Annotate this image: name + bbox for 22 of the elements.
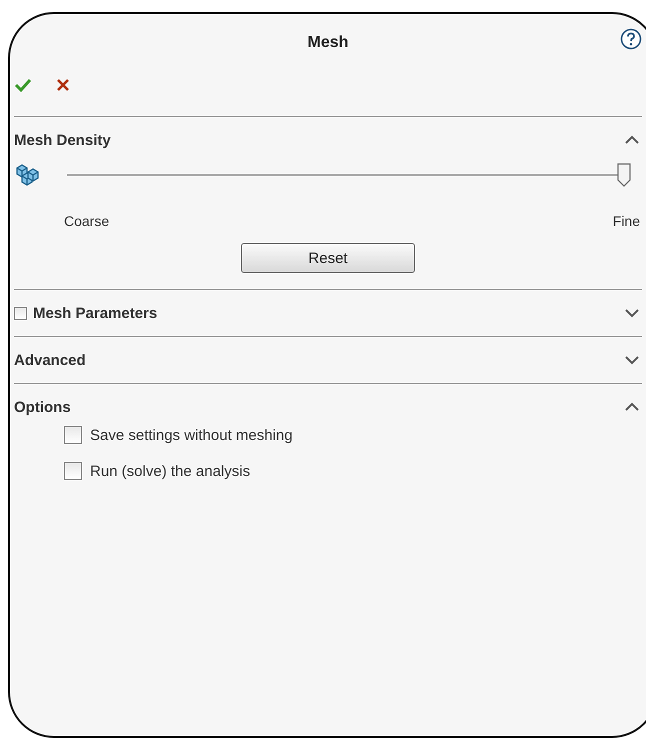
checkbox[interactable]: [14, 306, 27, 320]
coarse-label: Coarse: [64, 213, 110, 229]
reset-button[interactable]: Reset: [241, 243, 415, 273]
panel-title: Mesh: [308, 34, 348, 53]
section-title: Options: [14, 398, 71, 416]
close-icon[interactable]: [56, 78, 70, 92]
expand-icon[interactable]: [624, 308, 640, 318]
collapse-icon[interactable]: [624, 135, 640, 145]
collapse-icon[interactable]: [624, 402, 640, 412]
fine-label: Fine: [612, 213, 640, 229]
expand-icon[interactable]: [624, 355, 640, 365]
section-title: Mesh Parameters: [33, 304, 158, 322]
section-title: Mesh Density: [14, 132, 111, 148]
slider-thumb[interactable]: [617, 163, 631, 187]
checkbox[interactable]: [64, 426, 82, 444]
mesh-cubes-icon: [14, 162, 40, 188]
option-label: Save settings without meshing: [90, 426, 293, 444]
option-label: Run (solve) the analysis: [90, 462, 250, 480]
checkbox[interactable]: [64, 462, 82, 480]
section-title: Advanced: [14, 352, 86, 368]
help-icon[interactable]: [620, 28, 642, 50]
ok-icon[interactable]: [14, 78, 32, 92]
